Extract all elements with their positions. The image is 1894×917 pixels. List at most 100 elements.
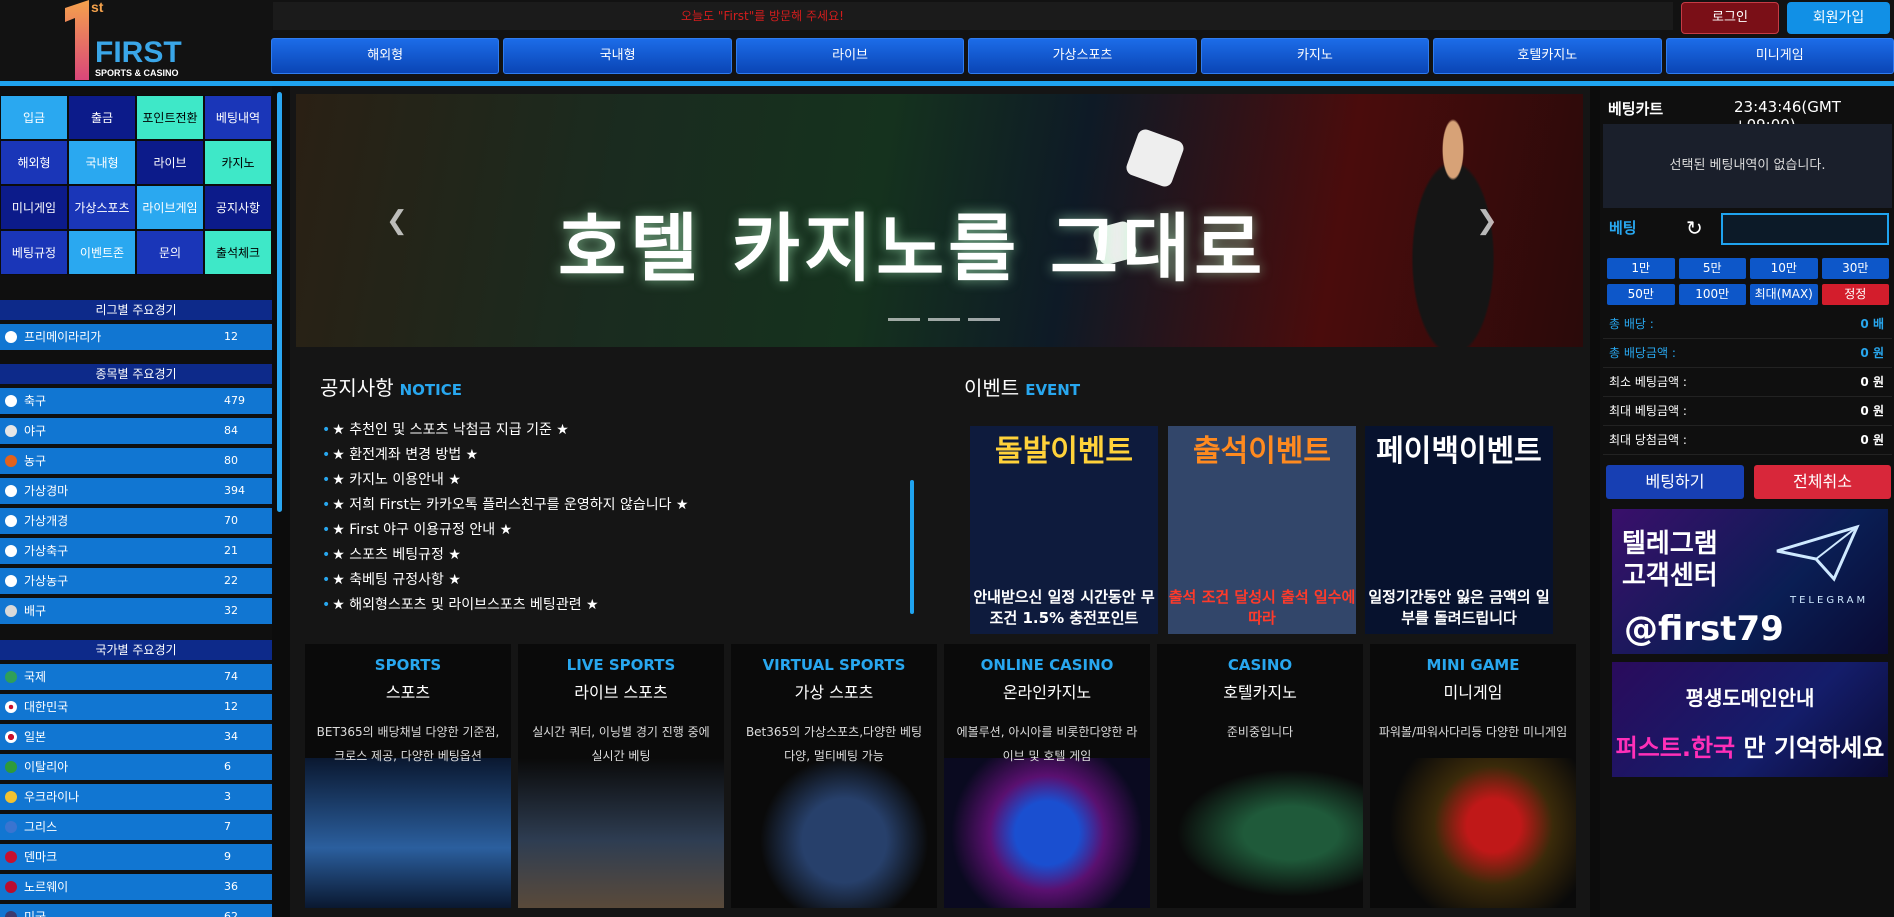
nav-item-live[interactable]: 라이브	[735, 38, 965, 74]
summary-row: 최대 당첨금액 : 0 원	[1603, 426, 1892, 455]
notice-item[interactable]: ★ 추천인 및 스포츠 낙첨금 지급 기준 ★	[322, 418, 688, 443]
game-card-title-en: MINI GAME	[1426, 656, 1520, 674]
notice-item[interactable]: ★ 스포츠 베팅규정 ★	[322, 543, 688, 568]
game-card[interactable]: VIRTUAL SPORTS 가상 스포츠 Bet365의 가상스포츠,다양한 베팅…	[731, 644, 937, 908]
nav-item-overseas[interactable]: 해외형	[271, 38, 500, 74]
banner-dot[interactable]	[968, 318, 1000, 321]
sidebar-game-row[interactable]: 대한민국 12	[0, 694, 272, 720]
sidebar-game-row[interactable]: 배구 32	[0, 598, 272, 624]
banner-dot[interactable]	[928, 318, 960, 321]
quick-menu-item[interactable]: 출금	[68, 95, 136, 140]
amount-button[interactable]: 1만	[1607, 258, 1675, 279]
soccer-ball-icon	[5, 395, 17, 407]
amount-button[interactable]: 50만	[1607, 284, 1675, 305]
sidebar-game-row[interactable]: 농구 80	[0, 448, 272, 474]
game-card[interactable]: ONLINE CASINO 온라인카지노 에볼루션, 아시아를 비롯한다양한 라이브…	[944, 644, 1150, 908]
amount-button[interactable]: 100만	[1678, 284, 1746, 305]
summary-value: 0 배	[1860, 317, 1884, 331]
banner-next-icon[interactable]: ❯	[1476, 206, 1498, 236]
quick-menu-item[interactable]: 가상스포츠	[68, 185, 136, 230]
quick-menu-item[interactable]: 문의	[136, 230, 204, 275]
amount-button[interactable]: 10만	[1750, 258, 1818, 279]
nav-item-virtual[interactable]: 가상스포츠	[968, 38, 1197, 74]
row-count: 74	[224, 670, 238, 683]
event-heading[interactable]: 이벤트 EVENT	[964, 372, 1080, 401]
notice-scrollbar[interactable]	[910, 480, 914, 614]
sidebar-game-row[interactable]: 그리스 7	[0, 814, 272, 840]
quick-menu-item[interactable]: 라이브	[136, 140, 204, 185]
soccer-ball-icon	[5, 485, 17, 497]
nav-item-domestic[interactable]: 국내형	[503, 38, 732, 74]
row-count: 12	[224, 330, 238, 343]
hero-banner[interactable]: 호텔 카지노를 그대로 ❮ ❯	[296, 94, 1583, 347]
notice-item[interactable]: ★ 카지노 이용안내 ★	[322, 468, 688, 493]
cancel-all-button[interactable]: 전체취소	[1754, 465, 1891, 499]
quick-menu-item[interactable]: 미니게임	[0, 185, 68, 230]
sidebar-game-row[interactable]: 가상농구 22	[0, 568, 272, 594]
join-button[interactable]: 회원가입	[1787, 2, 1890, 34]
game-card[interactable]: MINI GAME 미니게임 파워볼/파워사다리등 다양한 미니게임	[1370, 644, 1576, 908]
banner-dot[interactable]	[888, 318, 920, 321]
refresh-icon[interactable]: ↻	[1686, 216, 1703, 240]
notice-item[interactable]: ★ 저희 First는 카카오톡 플러스친구를 운영하지 않습니다 ★	[322, 493, 688, 518]
game-card[interactable]: SPORTS 스포츠 BET365의 배당채널 다양한 기준점, 크로스 제공, 다…	[305, 644, 511, 908]
quick-menu-item[interactable]: 베팅내역	[204, 95, 272, 140]
notice-item[interactable]: ★ 해외형스포츠 및 라이브스포츠 베팅관련 ★	[322, 593, 688, 618]
event-card[interactable]: 돌발이벤트 안내받으신 일정 시간동안 무조건 1.5% 충전포인트	[970, 426, 1158, 634]
sidebar-game-row[interactable]: 축구 479	[0, 388, 272, 414]
quick-menu-item[interactable]: 국내형	[68, 140, 136, 185]
game-card[interactable]: CASINO 호텔카지노 준비중입니다	[1157, 644, 1363, 908]
sidebar-game-row[interactable]: 가상경마 394	[0, 478, 272, 504]
event-title-en: EVENT	[1025, 381, 1081, 399]
quick-menu-item[interactable]: 카지노	[204, 140, 272, 185]
notice-heading[interactable]: 공지사항 NOTICE	[320, 372, 462, 401]
site-logo[interactable]: st FIRST SPORTS & CASINO	[55, 0, 195, 82]
notice-item[interactable]: ★ 축베팅 규정사항 ★	[322, 568, 688, 593]
quick-menu-item[interactable]: 라이브게임	[136, 185, 204, 230]
quick-menu-grid: 입금 출금 포인트전환 베팅내역해외형 국내형 라이브 카지노미니게임 가상스포츠 라이브게임 공…	[0, 95, 272, 275]
amount-button[interactable]: 최대(MAX)	[1750, 284, 1818, 305]
sidebar-game-row[interactable]: 가상개경 70	[0, 508, 272, 534]
place-bet-button[interactable]: 베팅하기	[1606, 465, 1744, 499]
sidebar-game-row[interactable]: 일본 34	[0, 724, 272, 750]
amount-button[interactable]: 정정	[1821, 284, 1889, 305]
game-card-desc: 실시간 쿼터, 이닝별 경기 진행 중에 실시간 베팅	[532, 725, 710, 763]
event-card[interactable]: 출석이벤트 출석 조건 달성시 출석 일수에 따라	[1168, 426, 1356, 634]
sidebar-game-row[interactable]: 야구 84	[0, 418, 272, 444]
banner-prev-icon[interactable]: ❮	[386, 206, 408, 236]
sidebar-game-row[interactable]: 프리메이라리가 12	[0, 324, 272, 350]
quick-menu-item[interactable]: 베팅규정	[0, 230, 68, 275]
row-label: 배구	[24, 604, 47, 618]
quick-menu-item[interactable]: 출석체크	[204, 230, 272, 275]
sidebar-game-row[interactable]: 이탈리아 6	[0, 754, 272, 780]
quick-menu-item[interactable]: 입금	[0, 95, 68, 140]
amount-button[interactable]: 5만	[1678, 258, 1746, 279]
game-card-art	[731, 758, 937, 908]
sidebar-game-row[interactable]: 노르웨이 36	[0, 874, 272, 900]
event-card[interactable]: 페이백이벤트 일정기간동안 잃은 금액의 일부를 돌려드립니다	[1365, 426, 1553, 634]
nav-item-minigame[interactable]: 미니게임	[1665, 38, 1894, 74]
summary-row: 총 배당 : 0 배	[1603, 310, 1892, 339]
game-card[interactable]: LIVE SPORTS 라이브 스포츠 실시간 쿼터, 이닝별 경기 진행 중에 실…	[518, 644, 724, 908]
quick-menu-item[interactable]: 포인트전환	[136, 95, 204, 140]
nav-item-hotel-casino[interactable]: 호텔카지노	[1433, 38, 1662, 74]
notice-item[interactable]: ★ 환전계좌 변경 방법 ★	[322, 443, 688, 468]
sidebar-game-row[interactable]: 미국 62	[0, 904, 272, 917]
sidebar-scrollbar[interactable]	[277, 92, 282, 512]
bet-amount-input[interactable]	[1721, 213, 1889, 245]
quick-menu-item[interactable]: 이벤트존	[68, 230, 136, 275]
quick-menu-item[interactable]: 해외형	[0, 140, 68, 185]
notice-item[interactable]: ★ First 야구 이용규정 안내 ★	[322, 518, 688, 543]
row-label: 그리스	[24, 820, 58, 834]
sidebar-game-row[interactable]: 가상축구 21	[0, 538, 272, 564]
domain-promo-banner[interactable]: 평생도메인안내 퍼스트.한국 만 기억하세요	[1612, 662, 1888, 777]
quick-menu-item[interactable]: 공지사항	[204, 185, 272, 230]
telegram-promo-banner[interactable]: 텔레그램 고객센터 TELEGRAM @first79	[1612, 509, 1888, 654]
sidebar-game-row[interactable]: 덴마크 9	[0, 844, 272, 870]
domain-promo-line: 퍼스트.한국 만 기억하세요	[1612, 728, 1888, 763]
sidebar-game-row[interactable]: 우크라이나 3	[0, 784, 272, 810]
login-button[interactable]: 로그인	[1681, 2, 1779, 34]
amount-button[interactable]: 30만	[1821, 258, 1889, 279]
sidebar-game-row[interactable]: 국제 74	[0, 664, 272, 690]
nav-item-casino[interactable]: 카지노	[1200, 38, 1430, 74]
